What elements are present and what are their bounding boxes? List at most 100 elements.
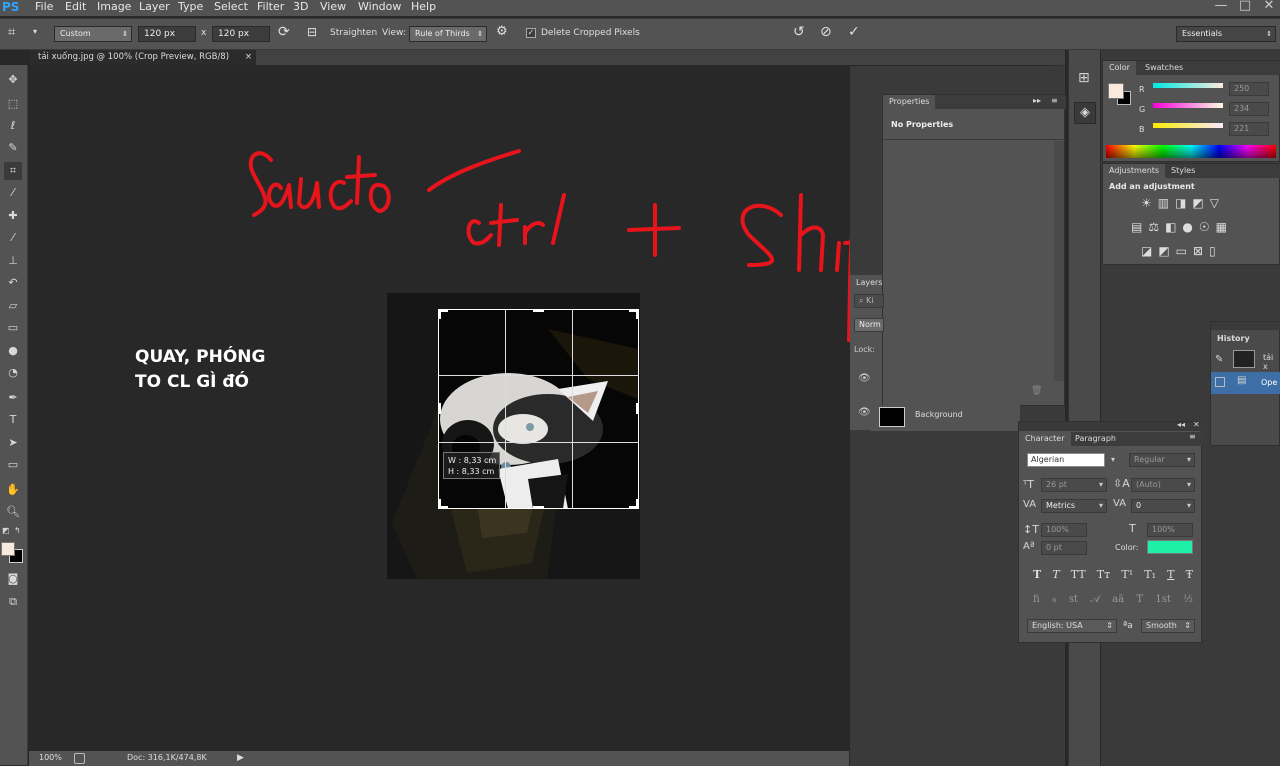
crop-height-field[interactable]: 120 px — [212, 26, 270, 42]
tab-color[interactable]: Color — [1103, 61, 1136, 75]
layer-name[interactable]: Background — [915, 410, 963, 419]
stamp-tool-icon[interactable]: ⊥ — [4, 252, 22, 270]
eraser-tool-icon[interactable]: ▱ — [4, 297, 22, 315]
language-dropdown[interactable]: English: USA ⇕ — [1027, 619, 1117, 633]
menu-select[interactable]: Select — [214, 0, 248, 16]
font-family-field[interactable]: Algerian ▾ — [1027, 453, 1115, 467]
underline-icon[interactable]: T — [1167, 568, 1174, 581]
tab-styles[interactable]: Styles — [1165, 164, 1201, 178]
close-button[interactable]: ✕ — [1258, 0, 1280, 14]
panel-menu-icon[interactable]: ≡ — [1051, 96, 1058, 105]
path-select-tool-icon[interactable]: ➤ — [4, 434, 22, 452]
fractions-icon[interactable]: ½ — [1183, 594, 1193, 605]
panel-menu-icon[interactable]: ≡ — [1189, 432, 1196, 441]
status-info-icon[interactable] — [74, 753, 85, 764]
b-slider[interactable] — [1153, 123, 1223, 128]
zoom-tool-icon[interactable]: 🔍︎ — [4, 503, 22, 521]
crop-handle[interactable] — [438, 403, 441, 414]
superscript-icon[interactable]: T¹ — [1121, 568, 1133, 581]
tab-swatches[interactable]: Swatches — [1139, 61, 1189, 75]
vertical-scale-field[interactable]: 100% — [1041, 523, 1087, 537]
delete-cropped-checkbox[interactable]: ✓ — [526, 28, 536, 38]
trash-icon[interactable]: 🗑︎ — [1031, 386, 1042, 396]
cancel-crop-icon[interactable]: ⊘ — [820, 24, 832, 40]
reset-icon[interactable]: ↺ — [793, 24, 805, 40]
b-value[interactable]: 221 — [1229, 122, 1269, 136]
subscript-icon[interactable]: T₁ — [1144, 568, 1156, 581]
move-tool-icon[interactable]: ✥ — [4, 71, 22, 89]
text-color-swatch[interactable] — [1147, 540, 1193, 554]
hand-tool-icon[interactable]: ✋ — [4, 481, 22, 499]
tab-history[interactable]: History — [1217, 334, 1250, 343]
crop-width-field[interactable]: 120 px — [138, 26, 196, 42]
swap-colors-icon[interactable]: ↰ — [14, 526, 21, 535]
menu-layer[interactable]: Layer — [139, 0, 170, 16]
history-brush-icon[interactable]: ✎ — [1215, 354, 1223, 365]
stylistic-alternates-icon[interactable]: aā — [1112, 594, 1124, 605]
small-caps-icon[interactable]: Tт — [1097, 568, 1110, 581]
history-brush-tool-icon[interactable]: ↶ — [4, 274, 22, 292]
font-style-dropdown[interactable]: Regular ▾ — [1129, 453, 1195, 467]
straighten-icon[interactable]: ⊟ — [307, 25, 317, 39]
commit-crop-icon[interactable]: ✓ — [848, 24, 860, 40]
tab-character[interactable]: Character — [1019, 432, 1071, 446]
adjustment-icons-row1[interactable]: ☀▥◨◩▽ — [1141, 196, 1225, 210]
foreground-color-swatch[interactable] — [1, 542, 15, 556]
status-menu-arrow-icon[interactable]: ▶ — [237, 751, 244, 765]
baseline-shift-field[interactable]: 0 pt — [1041, 541, 1087, 555]
shape-tool-icon[interactable]: ▭ — [4, 456, 22, 474]
tab-layers[interactable]: Layers — [856, 278, 882, 287]
collapse-icon[interactable]: ◂◂ — [1177, 420, 1185, 429]
g-slider[interactable] — [1153, 103, 1223, 108]
healing-tool-icon[interactable]: ✚ — [4, 207, 22, 225]
crop-handle[interactable] — [629, 499, 639, 509]
default-colors-icon[interactable]: ◩ — [2, 526, 10, 535]
tab-paragraph[interactable]: Paragraph — [1069, 432, 1122, 446]
minimize-button[interactable]: — — [1210, 0, 1232, 14]
swap-icon[interactable]: ⟳ — [278, 24, 290, 40]
color-foreground-swatch[interactable] — [1108, 83, 1124, 99]
document-tab[interactable]: tải xuống.jpg @ 100% (Crop Preview, RGB/… — [30, 50, 256, 65]
visibility-eye-icon[interactable]: 👁︎ — [858, 373, 871, 384]
crop-preset-dropdown[interactable]: Custom ⇕ — [54, 26, 132, 42]
menu-image[interactable]: Image — [97, 0, 131, 16]
adjustment-icons-row2[interactable]: ▤⚖◧●☉▦ — [1131, 220, 1233, 234]
straighten-button[interactable]: Straighten — [330, 28, 377, 38]
gradient-tool-icon[interactable]: ▭ — [4, 319, 22, 337]
crop-tool-icon[interactable]: ⌗ — [4, 162, 22, 180]
font-size-field[interactable]: 26 pt ▾ — [1041, 478, 1107, 492]
color-spectrum-ramp[interactable] — [1106, 145, 1276, 158]
strikethrough-icon[interactable]: Ŧ — [1186, 568, 1193, 581]
faux-bold-icon[interactable]: T — [1033, 568, 1041, 581]
swash-icon[interactable]: 𝒜 — [1090, 594, 1099, 605]
crop-preview-icon[interactable]: ⊞ — [1078, 70, 1090, 86]
r-slider[interactable] — [1153, 83, 1223, 88]
properties-icon[interactable]: ◈ — [1074, 102, 1096, 124]
menu-type[interactable]: Type — [178, 0, 203, 16]
zoom-level[interactable]: 100% — [39, 751, 62, 765]
quick-mask-icon[interactable]: ◙ — [4, 570, 22, 588]
faux-italic-icon[interactable]: T — [1052, 568, 1059, 581]
discretionary-ligatures-icon[interactable]: st — [1069, 594, 1078, 605]
kerning-dropdown[interactable]: Metrics ▾ — [1041, 499, 1107, 513]
adjustment-icons-row3[interactable]: ◪◩▭⊠▯ — [1141, 244, 1222, 258]
visibility-eye-icon[interactable]: 👁︎ — [858, 407, 871, 418]
maximize-button[interactable]: □ — [1234, 0, 1256, 14]
menu-3d[interactable]: 3D — [293, 0, 308, 16]
tab-properties[interactable]: Properties — [883, 95, 936, 109]
close-panel-icon[interactable]: ✕ — [1193, 420, 1200, 429]
lasso-tool-icon[interactable]: ℓ — [4, 117, 22, 135]
overlay-view-dropdown[interactable]: Rule of Thirds ⇕ — [409, 26, 487, 42]
menu-file[interactable]: File — [35, 0, 53, 16]
layer-filter-field[interactable]: ⌕ Ki — [854, 294, 884, 308]
brush-tool-icon[interactable]: ⁄ — [4, 229, 22, 247]
titling-icon[interactable]: T — [1136, 594, 1143, 605]
crop-tool-icon[interactable]: ⌗ — [8, 25, 15, 40]
crop-handle[interactable] — [438, 499, 448, 509]
layer-row-background[interactable]: Background — [870, 405, 1020, 431]
tab-adjustments[interactable]: Adjustments — [1103, 164, 1166, 178]
blur-tool-icon[interactable]: ● — [4, 342, 22, 360]
pen-tool-icon[interactable]: ✒ — [4, 389, 22, 407]
history-snapshot[interactable] — [1233, 350, 1255, 368]
marquee-tool-icon[interactable]: ⬚ — [4, 95, 22, 113]
